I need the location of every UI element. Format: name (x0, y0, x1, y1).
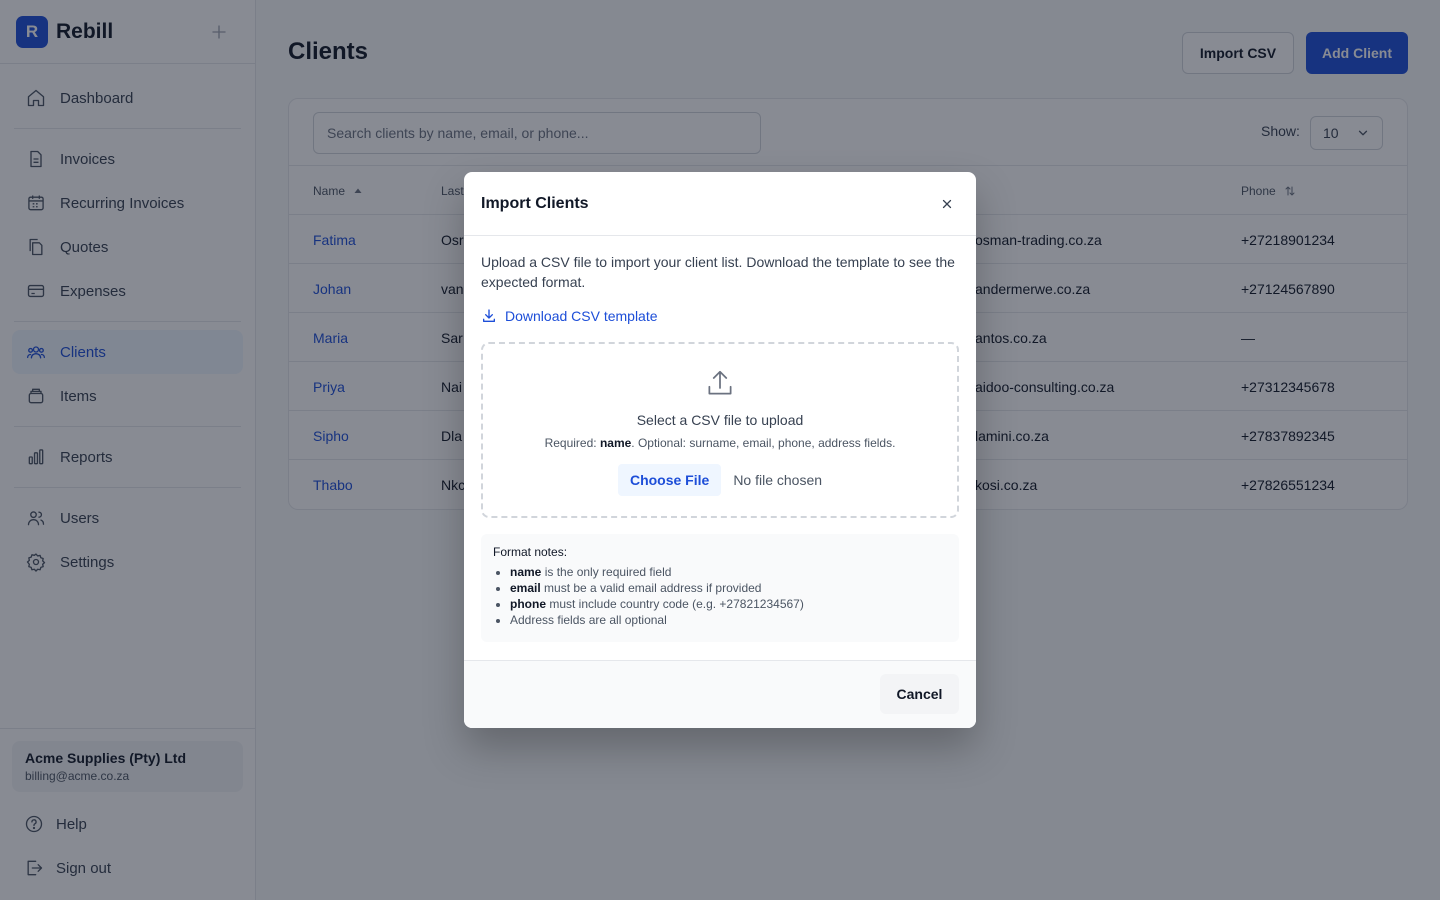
note-text: is the only required field (541, 565, 672, 579)
note-field: phone (510, 597, 546, 611)
required-field: name (599, 436, 632, 450)
upload-icon (705, 368, 735, 398)
import-clients-modal: Import Clients Upload a CSV file to impo… (464, 172, 976, 728)
required-suffix: . Optional: surname, email, phone, addre… (631, 436, 896, 450)
note-text: must include country code (e.g. +2782123… (546, 597, 804, 611)
modal-body: Upload a CSV file to import your client … (464, 236, 976, 642)
dropzone-title: Select a CSV file to upload (636, 412, 804, 428)
download-template-link[interactable]: Download CSV template (481, 308, 959, 324)
download-icon (481, 308, 497, 324)
required-prefix: Required: (544, 436, 600, 450)
note-field: name (510, 565, 542, 579)
file-status: No file chosen (733, 472, 823, 488)
cancel-button[interactable]: Cancel (880, 674, 959, 714)
modal-description: Upload a CSV file to import your client … (481, 254, 955, 290)
dropzone-requirements: Required: name. Optional: surname, email… (545, 436, 896, 450)
list-item: phone must include country code (e.g. +2… (510, 596, 947, 612)
choose-file-button[interactable]: Choose File (617, 464, 722, 496)
list-item: name is the only required field (510, 564, 947, 580)
note-field: email (510, 581, 541, 595)
list-item: email must be a valid email address if p… (510, 580, 947, 596)
format-notes: Format notes: name is the only required … (481, 534, 959, 642)
modal-title: Import Clients (481, 194, 589, 212)
download-link-label: Download CSV template (505, 308, 658, 324)
format-notes-title: Format notes: (493, 545, 568, 559)
list-item: Address fields are all optional (510, 612, 947, 628)
note-text: must be a valid email address if provide… (540, 581, 762, 595)
modal-header: Import Clients (464, 172, 976, 236)
format-notes-list: name is the only required field email mu… (493, 564, 947, 628)
close-icon[interactable] (935, 192, 959, 216)
file-input: Choose File No file chosen (617, 464, 823, 496)
note-text: Address fields are all optional (510, 613, 667, 627)
modal-footer: Cancel (464, 660, 976, 728)
file-dropzone[interactable]: Select a CSV file to upload Required: na… (481, 342, 959, 518)
